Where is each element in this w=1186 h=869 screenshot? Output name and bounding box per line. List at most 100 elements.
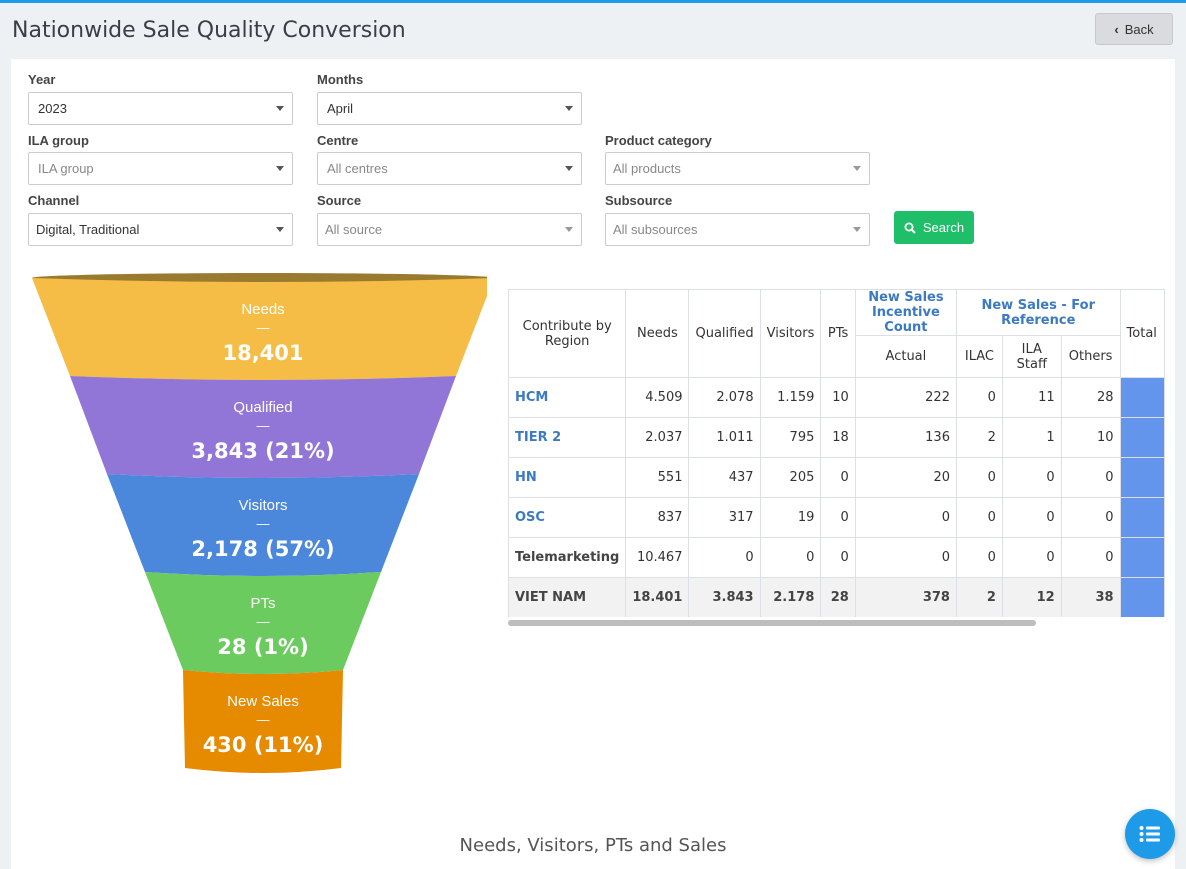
others-cell: 0 [1060,497,1121,538]
region-link[interactable]: OSC [515,510,545,525]
funnel-stage-name: Visitors [239,497,288,514]
search-icon [904,222,916,234]
funnel-stage-name: New Sales [227,693,299,710]
total-cell [1119,377,1165,418]
region-cell: VIET NAM [508,577,627,617]
funnel-stage-value: 430 (11%) [203,733,324,757]
needs-cell: 2.037 [625,417,690,458]
ila-staff-cell: 0 [1001,537,1062,578]
header-region: Contribute by Region [508,289,627,378]
total-cell [1119,577,1165,617]
region-link[interactable]: HCM [515,390,548,405]
months-select-value: April [327,101,354,116]
table-horizontal-scrollbar[interactable] [508,620,1036,626]
back-button[interactable]: ‹ Back [1095,13,1173,45]
table-row: HCM 4.509 2.078 1.159 10 222 0 11 28 [508,377,1165,418]
ila-group-label: ILA group [28,133,89,148]
list-icon [1139,826,1160,842]
visitors-cell: 795 [759,417,822,458]
actual-cell: 222 [854,377,957,418]
needs-cell: 10.467 [625,537,690,578]
header-others: Others [1060,335,1121,378]
actual-cell: 20 [854,457,957,498]
product-category-placeholder: All products [613,161,681,176]
product-category-label: Product category [605,133,712,148]
channel-select[interactable]: Digital, Traditional [28,213,293,246]
centre-placeholder: All centres [327,161,388,176]
pts-cell: 0 [820,497,856,538]
total-cell [1119,497,1165,538]
chevron-down-icon [565,106,573,111]
funnel-stage-name: Needs [241,301,284,318]
table-total-row: VIET NAM 18.401 3.843 2.178 28 378 2 12 38 [508,577,1165,617]
region-cell[interactable]: HCM [508,377,627,418]
header-pts: PTs [820,289,856,378]
chevron-down-icon [276,227,284,232]
region-cell[interactable]: TIER 2 [508,417,627,458]
funnel-stage-dash: — [257,516,270,531]
region-cell[interactable]: OSC [508,497,627,538]
table-row: Telemarketing 10.467 0 0 0 0 0 0 0 [508,537,1165,578]
actual-cell: 0 [854,497,957,538]
funnel-stage-value: 2,178 (57%) [191,537,334,561]
header-ila-staff: ILA Staff [1001,335,1062,378]
region-link[interactable]: HN [515,470,537,485]
qualified-cell: 317 [688,497,761,538]
subsource-select[interactable]: All subsources [605,213,870,246]
year-select[interactable]: 2023 [28,92,293,125]
needs-cell: 837 [625,497,690,538]
channel-label: Channel [28,193,80,208]
chevron-left-icon: ‹ [1114,21,1119,37]
region-table-wrapper: Contribute by Region Needs Qualified Vis… [508,289,1165,617]
chevron-down-icon [565,166,573,171]
qualified-cell: 0 [688,537,761,578]
header-visitors: Visitors [759,289,822,378]
header-incentive-count: New Sales Incentive Count [854,289,957,336]
qualified-cell: 3.843 [688,577,761,617]
ilac-cell: 0 [955,497,1003,538]
source-placeholder: All source [325,222,383,237]
others-cell: 28 [1060,377,1121,418]
header-needs: Needs [625,289,690,378]
pts-cell: 28 [820,577,856,617]
header-actual: Actual [854,335,957,378]
table-row: OSC 837 317 19 0 0 0 0 0 [508,497,1165,538]
page-title: Nationwide Sale Quality Conversion [12,18,406,43]
ila-staff-cell: 1 [1001,417,1062,458]
ilac-cell: 2 [955,577,1003,617]
visitors-cell: 205 [759,457,822,498]
ila-group-select[interactable]: ILA group [28,152,293,185]
source-select[interactable]: All source [317,213,582,246]
header-ilac: ILAC [955,335,1003,378]
funnel-stage-dash: — [257,418,270,433]
chevron-down-icon [853,166,861,171]
chevron-down-icon [276,106,284,111]
menu-list-button[interactable] [1125,809,1175,859]
region-table: Contribute by Region Needs Qualified Vis… [508,289,1165,617]
source-label: Source [317,193,362,208]
pts-cell: 18 [820,417,856,458]
centre-select[interactable]: All centres [317,152,582,185]
actual-cell: 378 [854,577,957,617]
ila-staff-cell: 0 [1001,497,1062,538]
months-select[interactable]: April [317,92,582,125]
product-category-select[interactable]: All products [605,152,870,185]
actual-cell: 136 [854,417,957,458]
others-cell: 0 [1060,457,1121,498]
centre-label: Centre [317,133,359,148]
header-for-reference: New Sales - For Reference [955,289,1121,336]
chevron-down-icon [276,166,284,171]
others-cell: 38 [1060,577,1121,617]
needs-cell: 18.401 [625,577,690,617]
chevron-down-icon [853,227,861,232]
funnel-stage-value: 18,401 [222,341,303,365]
region-cell[interactable]: HN [508,457,627,498]
visitors-cell: 19 [759,497,822,538]
search-button[interactable]: Search [894,211,974,244]
region-link[interactable]: TIER 2 [515,430,561,445]
search-button-label: Search [922,220,965,235]
ila-staff-cell: 11 [1001,377,1062,418]
channel-select-value: Digital, Traditional [36,222,140,237]
table-row: HN 551 437 205 0 20 0 0 0 [508,457,1165,498]
funnel-stage-dash: — [257,320,270,335]
